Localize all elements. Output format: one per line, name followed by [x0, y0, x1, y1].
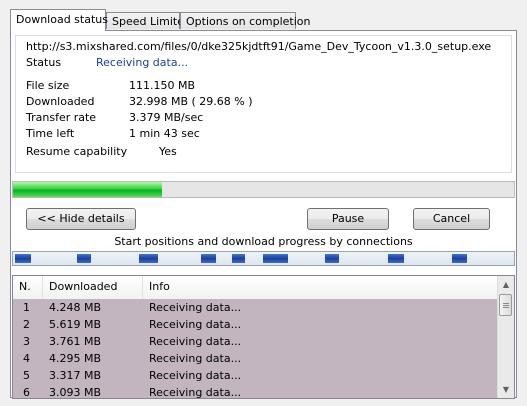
row-number: 2 [23, 318, 30, 331]
table-row[interactable]: 5 3.317 MB Receiving data... [13, 367, 497, 384]
tab-speed-limiter[interactable]: Speed Limiter [106, 12, 189, 29]
list-scrollbar[interactable]: ▲ ▼ [497, 276, 514, 398]
download-progress-fill [13, 182, 162, 197]
table-row[interactable]: 3 3.761 MB Receiving data... [13, 333, 497, 350]
list-rows: 1 4.248 MB Receiving data... 2 5.619 MB … [13, 299, 497, 399]
time-left-value: 1 min 43 sec [129, 127, 200, 140]
row-downloaded: 3.761 MB [49, 335, 102, 348]
row-info: Receiving data... [149, 318, 242, 331]
transfer-rate-label: Transfer rate [26, 111, 97, 124]
row-downloaded: 4.248 MB [49, 301, 102, 314]
row-info: Receiving data... [149, 386, 242, 399]
table-row[interactable]: 2 5.619 MB Receiving data... [13, 316, 497, 333]
resume-capability-label: Resume capability [26, 145, 128, 158]
row-info: Receiving data... [149, 335, 242, 348]
download-url: http://s3.mixshared.com/files/0/dke325kj… [26, 40, 492, 53]
connection-segment-2 [77, 254, 91, 263]
tab-download-status[interactable]: Download status [10, 9, 108, 31]
row-info: Receiving data... [149, 369, 242, 382]
column-header-info[interactable]: Info [143, 276, 497, 299]
connection-segment-8 [388, 254, 404, 263]
transfer-rate-value: 3.379 MB/sec [129, 111, 204, 124]
row-number: 5 [23, 369, 30, 382]
list-header: N. Downloaded Info [13, 276, 497, 300]
status-label: Status [26, 56, 62, 69]
scroll-up-arrow-icon[interactable]: ▲ [498, 276, 514, 293]
row-number: 3 [23, 335, 30, 348]
hide-details-button[interactable]: << Hide details [26, 208, 136, 230]
tab-options-on-completion[interactable]: Options on completion [180, 12, 311, 29]
row-info: Receiving data... [149, 352, 242, 365]
connection-segment-4 [201, 254, 216, 263]
resume-capability-value: Yes [159, 145, 177, 158]
time-left-label: Time left [26, 127, 75, 140]
connections-list[interactable]: N. Downloaded Info 1 4.248 MB Receiving … [12, 275, 515, 399]
cancel-button[interactable]: Cancel [413, 208, 490, 230]
row-downloaded: 3.093 MB [49, 386, 102, 399]
connection-segment-6 [263, 254, 288, 263]
connection-segment-3 [139, 254, 158, 263]
connection-segment-5 [232, 254, 245, 263]
row-number: 6 [23, 386, 30, 399]
downloaded-value: 32.998 MB ( 29.68 % ) [129, 95, 253, 108]
downloaded-label: Downloaded [26, 95, 95, 108]
row-downloaded: 4.295 MB [49, 352, 102, 365]
connections-title: Start positions and download progress by… [114, 235, 413, 248]
file-size-label: File size [26, 79, 70, 92]
table-row[interactable]: 6 3.093 MB Receiving data... [13, 384, 497, 399]
connection-segment-9 [452, 254, 467, 263]
connection-segment-1 [15, 254, 31, 263]
row-downloaded: 5.619 MB [49, 318, 102, 331]
row-number: 1 [23, 301, 30, 314]
file-size-value: 111.150 MB [129, 79, 196, 92]
scroll-down-arrow-icon[interactable]: ▼ [498, 381, 514, 398]
column-header-n[interactable]: N. [13, 276, 43, 299]
table-row[interactable]: 4 4.295 MB Receiving data... [13, 350, 497, 367]
row-number: 4 [23, 352, 30, 365]
connection-segment-7 [325, 254, 339, 263]
column-header-downloaded[interactable]: Downloaded [43, 276, 143, 299]
connections-progress-bar [12, 251, 515, 266]
pause-button[interactable]: Pause [307, 208, 389, 230]
table-row[interactable]: 1 4.248 MB Receiving data... [13, 299, 497, 316]
download-progress-bar [12, 181, 515, 198]
scroll-thumb[interactable] [499, 294, 512, 316]
status-value: Receiving data... [96, 56, 189, 69]
row-downloaded: 3.317 MB [49, 369, 102, 382]
row-info: Receiving data... [149, 301, 242, 314]
